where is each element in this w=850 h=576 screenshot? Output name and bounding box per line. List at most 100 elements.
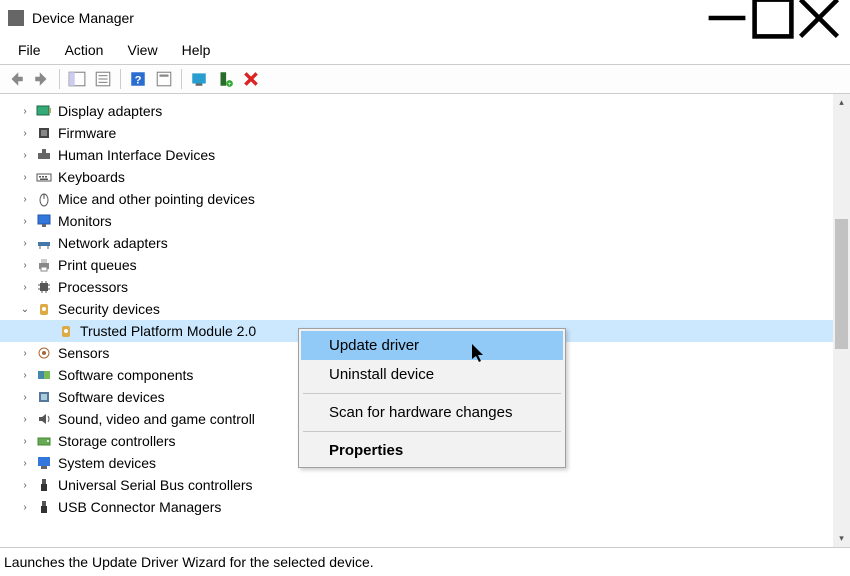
svg-text:?: ?	[135, 75, 142, 87]
tree-category[interactable]: › Human Interface Devices	[0, 144, 850, 166]
soft-dev-icon	[36, 389, 52, 405]
tree-category-label: USB Connector Managers	[58, 499, 221, 515]
tree-category[interactable]: › USB Connector Managers	[0, 496, 850, 518]
tree-category[interactable]: ⌄ Security devices	[0, 298, 850, 320]
ctx-properties[interactable]: Properties	[301, 436, 563, 465]
tree-category-label: Monitors	[58, 213, 112, 229]
tree-category[interactable]: › Processors	[0, 276, 850, 298]
action-button[interactable]	[152, 67, 176, 91]
app-icon	[8, 10, 24, 26]
expander-icon[interactable]: ›	[18, 392, 32, 403]
add-hardware-button[interactable]: +	[213, 67, 237, 91]
expander-icon[interactable]: ›	[18, 260, 32, 271]
statusbar-text: Launches the Update Driver Wizard for th…	[4, 554, 374, 570]
tree-category[interactable]: › Monitors	[0, 210, 850, 232]
toolbar-separator	[120, 69, 121, 89]
vertical-scrollbar[interactable]: ▴ ▾	[833, 94, 850, 547]
tree-category[interactable]: › Mice and other pointing devices	[0, 188, 850, 210]
toolbar: ? +	[0, 64, 850, 94]
tree-category-label: Keyboards	[58, 169, 125, 185]
cpu-icon	[36, 279, 52, 295]
expander-icon[interactable]: ›	[18, 282, 32, 293]
statusbar: Launches the Update Driver Wizard for th…	[0, 548, 850, 576]
tree-category-label: Software devices	[58, 389, 165, 405]
menu-view[interactable]: View	[115, 38, 169, 62]
storage-icon	[36, 433, 52, 449]
expander-icon[interactable]: ⌄	[18, 304, 32, 315]
tree-category[interactable]: › Network adapters	[0, 232, 850, 254]
tree-category-label: Human Interface Devices	[58, 147, 215, 163]
tree-category-label: Mice and other pointing devices	[58, 191, 255, 207]
sensor-icon	[36, 345, 52, 361]
tree-category-label: Processors	[58, 279, 128, 295]
back-button[interactable]	[4, 67, 28, 91]
keyboard-icon	[36, 169, 52, 185]
window-title: Device Manager	[32, 10, 704, 26]
usb-icon	[36, 477, 52, 493]
expander-icon[interactable]: ›	[18, 128, 32, 139]
monitor-icon	[36, 213, 52, 229]
tree-category-label: Network adapters	[58, 235, 168, 251]
uninstall-button[interactable]	[239, 67, 263, 91]
firmware-icon	[36, 125, 52, 141]
soft-comp-icon	[36, 367, 52, 383]
expander-icon[interactable]: ›	[18, 414, 32, 425]
tree-category-label: Sound, video and game controll	[58, 411, 255, 427]
properties-button[interactable]	[91, 67, 115, 91]
tree-category[interactable]: › Firmware	[0, 122, 850, 144]
tree-category-label: Software components	[58, 367, 193, 383]
device-tree[interactable]: ›Display adapters›Firmware›Human Interfa…	[0, 94, 850, 547]
ctx-separator	[303, 393, 561, 394]
expander-icon[interactable]: ›	[18, 480, 32, 491]
expander-icon[interactable]: ›	[18, 502, 32, 513]
tree-category[interactable]: › Keyboards	[0, 166, 850, 188]
tree-category[interactable]: ›Print queues	[0, 254, 850, 276]
sound-icon	[36, 411, 52, 427]
ctx-update-driver[interactable]: Update driver	[301, 331, 563, 360]
scan-hardware-button[interactable]	[187, 67, 211, 91]
expander-icon[interactable]: ›	[18, 194, 32, 205]
tree-category-label: Universal Serial Bus controllers	[58, 477, 253, 493]
minimize-button[interactable]	[704, 3, 750, 33]
scroll-thumb[interactable]	[835, 219, 848, 349]
expander-icon[interactable]: ›	[18, 370, 32, 381]
menu-help[interactable]: Help	[170, 38, 223, 62]
hid-icon	[36, 147, 52, 163]
expander-icon[interactable]: ›	[18, 238, 32, 249]
security-icon	[36, 301, 52, 317]
menu-file[interactable]: File	[6, 38, 53, 62]
scroll-up-arrow[interactable]: ▴	[833, 94, 850, 111]
tree-category-label: Security devices	[58, 301, 160, 317]
forward-button[interactable]	[30, 67, 54, 91]
expander-icon[interactable]: ›	[18, 348, 32, 359]
tree-device-label: Trusted Platform Module 2.0	[80, 323, 256, 339]
expander-icon[interactable]: ›	[18, 106, 32, 117]
display-adapter-icon	[36, 103, 52, 119]
close-button[interactable]	[796, 3, 842, 33]
tree-category-label: Firmware	[58, 125, 116, 141]
expander-icon[interactable]: ›	[18, 216, 32, 227]
system-icon	[36, 455, 52, 471]
mouse-icon	[36, 191, 52, 207]
tree-category-label: System devices	[58, 455, 156, 471]
expander-icon[interactable]: ›	[18, 172, 32, 183]
expander-icon[interactable]: ›	[18, 436, 32, 447]
titlebar: Device Manager	[0, 0, 850, 36]
ctx-scan-hardware[interactable]: Scan for hardware changes	[301, 398, 563, 427]
network-icon	[36, 235, 52, 251]
expander-icon[interactable]: ›	[18, 150, 32, 161]
help-button[interactable]: ?	[126, 67, 150, 91]
show-hide-tree-button[interactable]	[65, 67, 89, 91]
tree-category[interactable]: ›Display adapters	[0, 100, 850, 122]
toolbar-separator	[59, 69, 60, 89]
expander-icon[interactable]: ›	[18, 458, 32, 469]
menu-action[interactable]: Action	[53, 38, 116, 62]
toolbar-separator	[181, 69, 182, 89]
svg-text:+: +	[228, 81, 232, 88]
usb-conn-icon	[36, 499, 52, 515]
scroll-down-arrow[interactable]: ▾	[833, 530, 850, 547]
tree-category[interactable]: › Universal Serial Bus controllers	[0, 474, 850, 496]
ctx-uninstall-device[interactable]: Uninstall device	[301, 360, 563, 389]
maximize-button[interactable]	[750, 3, 796, 33]
tree-category-label: Sensors	[58, 345, 109, 361]
